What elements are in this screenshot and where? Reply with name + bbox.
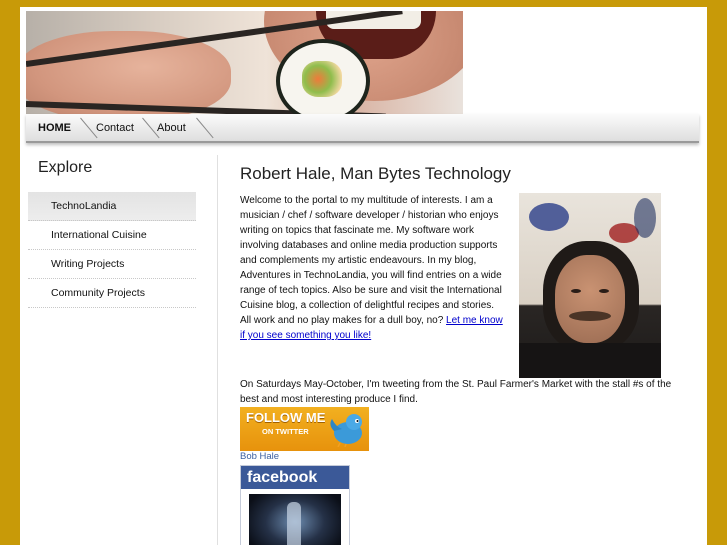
- author-portrait: [519, 193, 661, 378]
- twitter-badge-line2: ON TWITTER: [262, 427, 309, 436]
- column-divider: [217, 155, 218, 545]
- facebook-logo[interactable]: facebook: [241, 466, 349, 489]
- nav-bar: HOME Contact About: [26, 114, 699, 143]
- sidebar-item-writing-projects[interactable]: Writing Projects: [28, 250, 196, 279]
- nav-separator: [196, 117, 214, 139]
- sidebar-menu: TechnoLandia International Cuisine Writi…: [28, 192, 196, 308]
- twitter-follow-button[interactable]: FOLLOW ME ON TWITTER: [240, 407, 369, 451]
- nav-contact-link[interactable]: Contact: [96, 114, 134, 141]
- twitter-bird-icon: [330, 414, 366, 447]
- facebook-profile-photo: [249, 494, 341, 545]
- page-title: Robert Hale, Man Bytes Technology: [240, 164, 511, 183]
- market-paragraph: On Saturdays May-October, I'm tweeting f…: [240, 379, 672, 405]
- nav-home-link[interactable]: HOME: [38, 114, 71, 141]
- intro-paragraph: Welcome to the portal to my multitude of…: [240, 193, 506, 343]
- intro-text: Welcome to the portal to my multitude of…: [240, 195, 502, 326]
- bob-hale-link[interactable]: Bob Hale: [240, 451, 279, 462]
- nav-separator: [80, 117, 98, 139]
- sidebar-title: Explore: [38, 159, 93, 176]
- sidebar-item-technolandia[interactable]: TechnoLandia: [28, 192, 196, 221]
- sidebar-item-community-projects[interactable]: Community Projects: [28, 279, 196, 308]
- header-banner-image: [26, 11, 463, 114]
- twitter-badge-line1: FOLLOW ME: [246, 410, 326, 425]
- nav-about-link[interactable]: About: [157, 114, 186, 141]
- page-container: HOME Contact About Explore TechnoLandia …: [20, 7, 707, 545]
- facebook-badge[interactable]: facebook: [240, 465, 350, 545]
- sidebar-item-international-cuisine[interactable]: International Cuisine: [28, 221, 196, 250]
